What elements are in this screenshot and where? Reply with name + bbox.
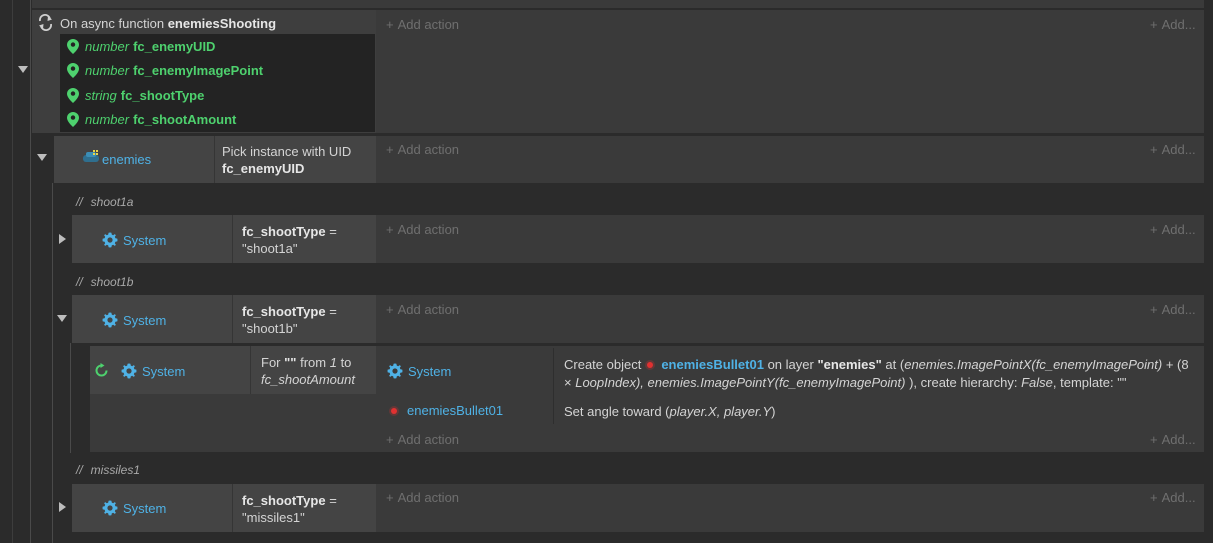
object-enemies[interactable]: enemies <box>102 152 151 167</box>
cell-divider <box>250 346 251 394</box>
add-action-link[interactable]: + Add action <box>386 142 459 157</box>
indent-line <box>70 343 71 453</box>
loop-arrows-icon <box>39 14 52 31</box>
add-more-link[interactable]: + Add... <box>1150 302 1196 317</box>
object-name: System <box>123 312 167 328</box>
add-more-link[interactable]: + Add... <box>1150 432 1196 447</box>
add-action-link[interactable]: + Add action <box>386 17 459 32</box>
param-name: fc_shootAmount <box>133 112 237 128</box>
collapse-toggle[interactable] <box>18 66 28 73</box>
action-object-bullet[interactable]: enemiesBullet01 <box>389 403 503 418</box>
add-action-link[interactable]: + Add action <box>386 490 459 505</box>
expand-toggle[interactable] <box>59 502 66 512</box>
comment-row[interactable]: //shoot1b <box>76 275 133 289</box>
object-name: System <box>142 363 186 379</box>
loop-condition-text[interactable]: For "" from 1 to fc_shootAmount <box>261 354 355 388</box>
collapse-toggle[interactable] <box>37 154 47 161</box>
param-type: number <box>85 63 130 79</box>
param-row[interactable]: number fc_shootAmount <box>67 108 375 133</box>
condition-text[interactable]: fc_shootType = "shoot1a" <box>242 223 337 257</box>
param-row[interactable]: number fc_enemyImagePoint <box>67 59 375 84</box>
condition-param: fc_enemyUID <box>222 161 305 176</box>
location-pin-icon <box>67 63 79 79</box>
condition-text[interactable]: fc_shootType = "missiles1" <box>242 492 337 526</box>
location-pin-icon <box>67 112 79 128</box>
gear-icon <box>102 312 118 328</box>
function-params-list: number fc_enemyUID number fc_enemyImageP… <box>60 34 375 132</box>
cell-divider <box>232 295 233 343</box>
indent-line <box>30 0 31 543</box>
add-action-link[interactable]: + Add action <box>386 432 459 447</box>
function-name: enemiesShooting <box>167 16 277 31</box>
location-pin-icon <box>67 38 79 54</box>
action-create-object[interactable]: Create object enemiesBullet01 on layer "e… <box>564 356 1196 392</box>
gear-icon <box>102 500 118 516</box>
action-set-angle[interactable]: Set angle toward (player.X, player.Y) <box>564 403 776 420</box>
param-type: number <box>85 38 130 54</box>
param-type: string <box>85 87 117 103</box>
add-action-link[interactable]: + Add action <box>386 302 459 317</box>
cell-divider <box>553 348 554 424</box>
location-pin-icon <box>67 87 79 103</box>
indent-line <box>52 183 53 543</box>
enemy-sprite-icon <box>83 150 99 162</box>
cell-divider <box>232 484 233 532</box>
function-prefix: On async function <box>60 16 165 31</box>
param-row[interactable]: string fc_shootType <box>67 83 375 108</box>
add-action-link[interactable]: + Add action <box>386 222 459 237</box>
object-system[interactable]: System <box>121 363 185 379</box>
gear-icon <box>121 363 137 379</box>
param-type: number <box>85 112 130 128</box>
refresh-icon <box>95 363 108 377</box>
expand-toggle[interactable] <box>59 234 66 244</box>
object-system[interactable]: System <box>102 500 166 516</box>
add-more-link[interactable]: + Add... <box>1150 222 1196 237</box>
param-name: fc_shootType <box>120 87 205 103</box>
object-name: enemiesBullet01 <box>407 403 504 418</box>
add-more-link[interactable]: + Add... <box>1150 17 1196 32</box>
param-row[interactable]: number fc_enemyUID <box>67 34 375 59</box>
object-system[interactable]: System <box>102 232 166 248</box>
add-more-link[interactable]: + Add... <box>1150 142 1196 157</box>
previous-event-tail <box>32 0 1204 8</box>
gear-icon <box>102 232 118 248</box>
gutter-line <box>12 0 13 543</box>
comment-row[interactable]: //missiles1 <box>76 463 140 477</box>
cell-divider <box>214 136 215 183</box>
comment-row[interactable]: //shoot1a <box>76 195 133 209</box>
condition-text[interactable]: fc_shootType = "shoot1b" <box>242 303 337 337</box>
function-header: On async function enemiesShooting <box>60 15 276 32</box>
bullet-sprite-icon <box>647 362 654 369</box>
bullet-sprite-icon <box>391 407 397 414</box>
add-more-link[interactable]: + Add... <box>1150 490 1196 505</box>
pick-condition-text[interactable]: Pick instance with UID fc_enemyUID <box>222 143 351 177</box>
cell-divider <box>232 215 233 263</box>
param-name: fc_enemyImagePoint <box>133 63 264 79</box>
action-object-system[interactable]: System <box>387 363 451 379</box>
collapse-toggle[interactable] <box>57 315 67 322</box>
object-system[interactable]: System <box>102 312 166 328</box>
condition-line: Pick instance with UID <box>222 144 352 159</box>
object-name: System <box>123 500 167 516</box>
param-name: fc_enemyUID <box>133 38 216 54</box>
gear-icon <box>387 363 403 379</box>
object-name: System <box>123 232 167 248</box>
object-name: System <box>408 363 452 379</box>
